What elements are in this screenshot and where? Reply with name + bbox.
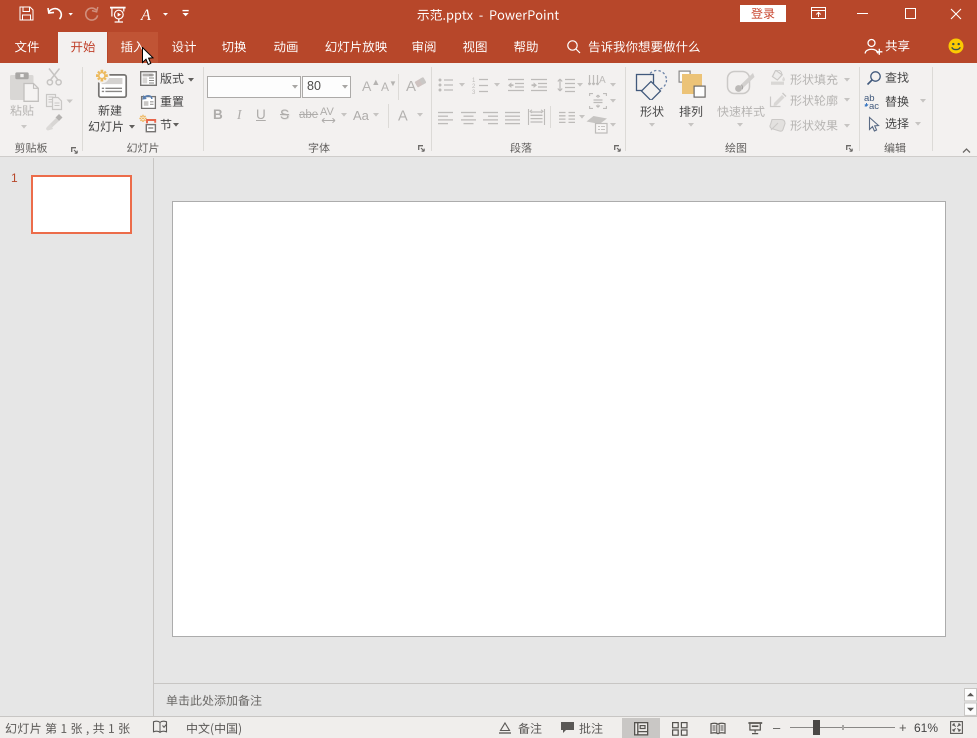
svg-text:ac: ac [869, 101, 879, 110]
svg-text:3: 3 [472, 90, 476, 94]
svg-text:A: A [140, 7, 151, 24]
svg-text:A: A [599, 75, 606, 86]
svg-text:A: A [398, 109, 408, 125]
svg-text:A: A [406, 78, 416, 95]
svg-text:AV: AV [320, 106, 335, 118]
